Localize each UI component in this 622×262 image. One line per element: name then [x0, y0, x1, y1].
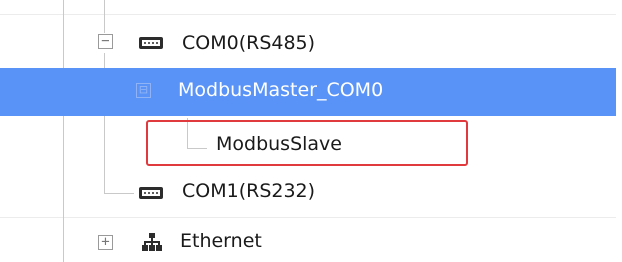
collapse-toggle[interactable]: −: [98, 34, 113, 49]
tree-item-label: COM1(RS232): [182, 180, 316, 202]
tree-item-modbus-master[interactable]: ⊟ ModbusMaster_COM0: [0, 68, 616, 116]
tree-item-label: ModbusMaster_COM0: [178, 79, 384, 101]
tree-item-com1[interactable]: COM1(RS232): [0, 172, 616, 216]
highlight-box: [146, 120, 468, 166]
tree-item-com0[interactable]: − COM0(RS485): [0, 22, 616, 68]
tree-item-ethernet[interactable]: + Ethernet: [0, 222, 616, 262]
serial-port-icon: [139, 37, 163, 49]
tree-item-label: COM0(RS485): [182, 32, 316, 54]
row-separator: [0, 14, 616, 15]
expand-toggle[interactable]: +: [98, 235, 113, 250]
collapse-toggle[interactable]: ⊟: [136, 83, 151, 98]
row-separator: [0, 217, 616, 218]
device-tree: − COM0(RS485) ⊟ ModbusMaster_COM0 Modbus…: [0, 0, 622, 262]
tree-item-label: Ethernet: [180, 230, 262, 252]
serial-port-icon: [139, 187, 163, 199]
network-icon: [142, 233, 162, 251]
